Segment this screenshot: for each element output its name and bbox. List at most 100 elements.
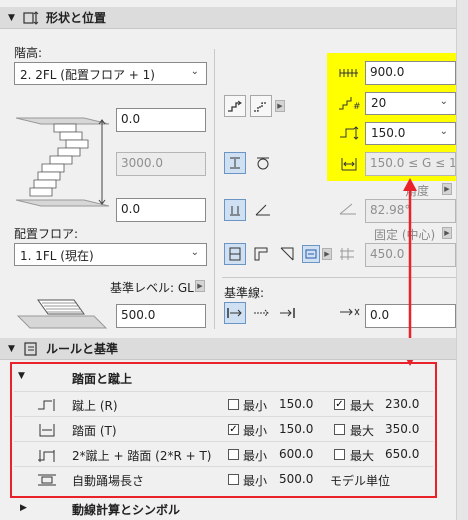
home-floor-label: 配置フロア: [14, 227, 79, 241]
plan-shape-winder-button[interactable] [276, 243, 298, 265]
rules-icon [24, 341, 37, 356]
min-value[interactable]: 150.0 [279, 422, 313, 436]
min-checkbox[interactable] [228, 474, 239, 485]
min-label: 最小 [243, 474, 268, 488]
angle-lock-button[interactable] [252, 199, 274, 221]
max-value[interactable]: 350.0 [385, 422, 419, 436]
section-title: 形状と位置 [46, 11, 107, 25]
plan-shape-menu-icon[interactable]: ▶ [322, 248, 332, 260]
bottom-lock-icon [230, 206, 240, 216]
section-header-rules[interactable]: ▼ ルールと基準 [0, 338, 456, 360]
baseline-center-button[interactable] [250, 302, 272, 324]
angle-icon [255, 204, 270, 216]
riser-icon [38, 399, 55, 411]
rule-name: 自動踊場長さ [72, 474, 145, 488]
collapse-arrow-icon[interactable]: ▼ [8, 344, 22, 354]
max-value[interactable]: 650.0 [385, 447, 419, 461]
base-level-label: 基準レベル: GL [110, 281, 194, 295]
stair-width-field[interactable]: 900.0 [365, 61, 456, 85]
step-formula-icon [38, 450, 55, 462]
fixed-menu-icon[interactable]: ▶ [442, 227, 452, 239]
rule-row-landing: 自動踊場長さ 最小 500.0 モデル単位 [14, 468, 433, 492]
section-title: ルールと基準 [46, 342, 119, 356]
stair-plan-diagram [16, 299, 108, 329]
min-value[interactable]: 500.0 [279, 472, 313, 486]
max-value[interactable]: 230.0 [385, 397, 419, 411]
stair-up-icon [228, 100, 242, 112]
story-select-value: 2. 2FL (配置フロア + 1) [20, 68, 155, 82]
straight-flight-icon [229, 247, 241, 261]
riser-count-select[interactable]: 20 ⌄ [365, 92, 456, 115]
svg-text:#: # [353, 102, 360, 110]
plan-shape-custom-button[interactable] [302, 245, 320, 263]
custom-shape-icon [305, 249, 317, 259]
min-checkbox[interactable] [228, 449, 239, 460]
plan-shape-straight-button[interactable] [224, 243, 246, 265]
scrollbar[interactable] [456, 0, 468, 520]
section-header-shape[interactable]: ▼ 形状と位置 [0, 7, 456, 29]
home-floor-select[interactable]: 1. 1FL (現在) ⌄ [14, 243, 207, 266]
rule-name: 2*蹴上 + 踏面 (2*R + T) [72, 449, 212, 463]
column-divider [214, 49, 215, 329]
baseline-right-button[interactable] [276, 302, 298, 324]
l-shape-icon [254, 247, 268, 261]
chevron-down-icon: ⌄ [439, 96, 448, 107]
min-value[interactable]: 600.0 [279, 447, 313, 461]
chevron-down-icon: ⌄ [439, 126, 448, 137]
max-checkbox[interactable]: ✓ [334, 399, 345, 410]
rule-row-tread: 踏面 (T) ✓ 最小 150.0 最大 350.0 [14, 418, 433, 442]
min-value[interactable]: 150.0 [279, 397, 313, 411]
baseline-right-icon [280, 308, 295, 318]
stair-direction-menu-icon[interactable]: ▶ [275, 100, 285, 112]
stair-down-button[interactable] [250, 95, 272, 117]
subsection-expand-icon[interactable]: ▶ [20, 503, 27, 513]
riser-height-select[interactable]: 150.0 ⌄ [365, 122, 456, 145]
riser-count-value: 20 [371, 96, 387, 110]
chevron-down-icon: ⌄ [190, 247, 199, 258]
shape-position-icon [23, 10, 39, 25]
rule-row-step-formula: 2*蹴上 + 踏面 (2*R + T) 最小 600.0 最大 650.0 [14, 443, 433, 467]
max-label: 最大 [350, 449, 375, 463]
stair-elevation-diagram [15, 117, 110, 207]
story-select[interactable]: 2. 2FL (配置フロア + 1) ⌄ [14, 62, 207, 85]
max-checkbox[interactable] [334, 449, 345, 460]
riser-height-value: 150.0 [371, 126, 406, 140]
home-floor-select-value: 1. 1FL (現在) [20, 249, 94, 263]
baseline-offset-icon [340, 308, 360, 316]
height-lock-icon [230, 157, 240, 169]
collapse-arrow-icon[interactable]: ▼ [8, 13, 22, 23]
grid-width-icon [340, 248, 354, 260]
rule-name: 蹴上 (R) [72, 399, 118, 413]
height-ratio-button[interactable] [252, 152, 274, 174]
bottom-lock-button[interactable] [224, 199, 246, 221]
baseline-left-icon [227, 308, 242, 318]
max-checkbox[interactable] [334, 424, 345, 435]
min-label: 最小 [243, 424, 268, 438]
subsection-collapse-icon[interactable]: ▼ [18, 371, 25, 381]
min-checkbox[interactable] [228, 399, 239, 410]
max-label: 最大 [350, 424, 375, 438]
min-label: 最小 [243, 399, 268, 413]
max-label: 最大 [350, 399, 375, 413]
stair-width-icon [339, 69, 358, 77]
min-label: 最小 [243, 449, 268, 463]
angle-icon [339, 203, 356, 215]
subsection-title: 踏面と蹴上 [72, 372, 133, 386]
bottom-offset-field[interactable]: 0.0 [116, 198, 206, 222]
stair-up-button[interactable] [224, 95, 246, 117]
height-lock-button[interactable] [224, 152, 246, 174]
stair-down-icon [254, 102, 266, 112]
ratio-icon [257, 157, 269, 170]
base-level-menu-icon[interactable]: ▶ [195, 280, 205, 292]
angle-menu-icon[interactable]: ▶ [442, 183, 452, 195]
base-level-field[interactable]: 500.0 [116, 304, 206, 328]
top-offset-field[interactable]: 0.0 [116, 108, 206, 132]
min-checkbox[interactable]: ✓ [228, 424, 239, 435]
rule-row-riser: 蹴上 (R) 最小 150.0 ✓ 最大 230.0 [14, 393, 433, 417]
winder-icon [280, 247, 294, 261]
separator [222, 277, 456, 278]
subsection-title-next[interactable]: 動線計算とシンボル [72, 501, 180, 518]
baseline-center-icon [254, 309, 269, 317]
baseline-left-button[interactable] [224, 302, 246, 324]
plan-shape-l-button[interactable] [250, 243, 272, 265]
